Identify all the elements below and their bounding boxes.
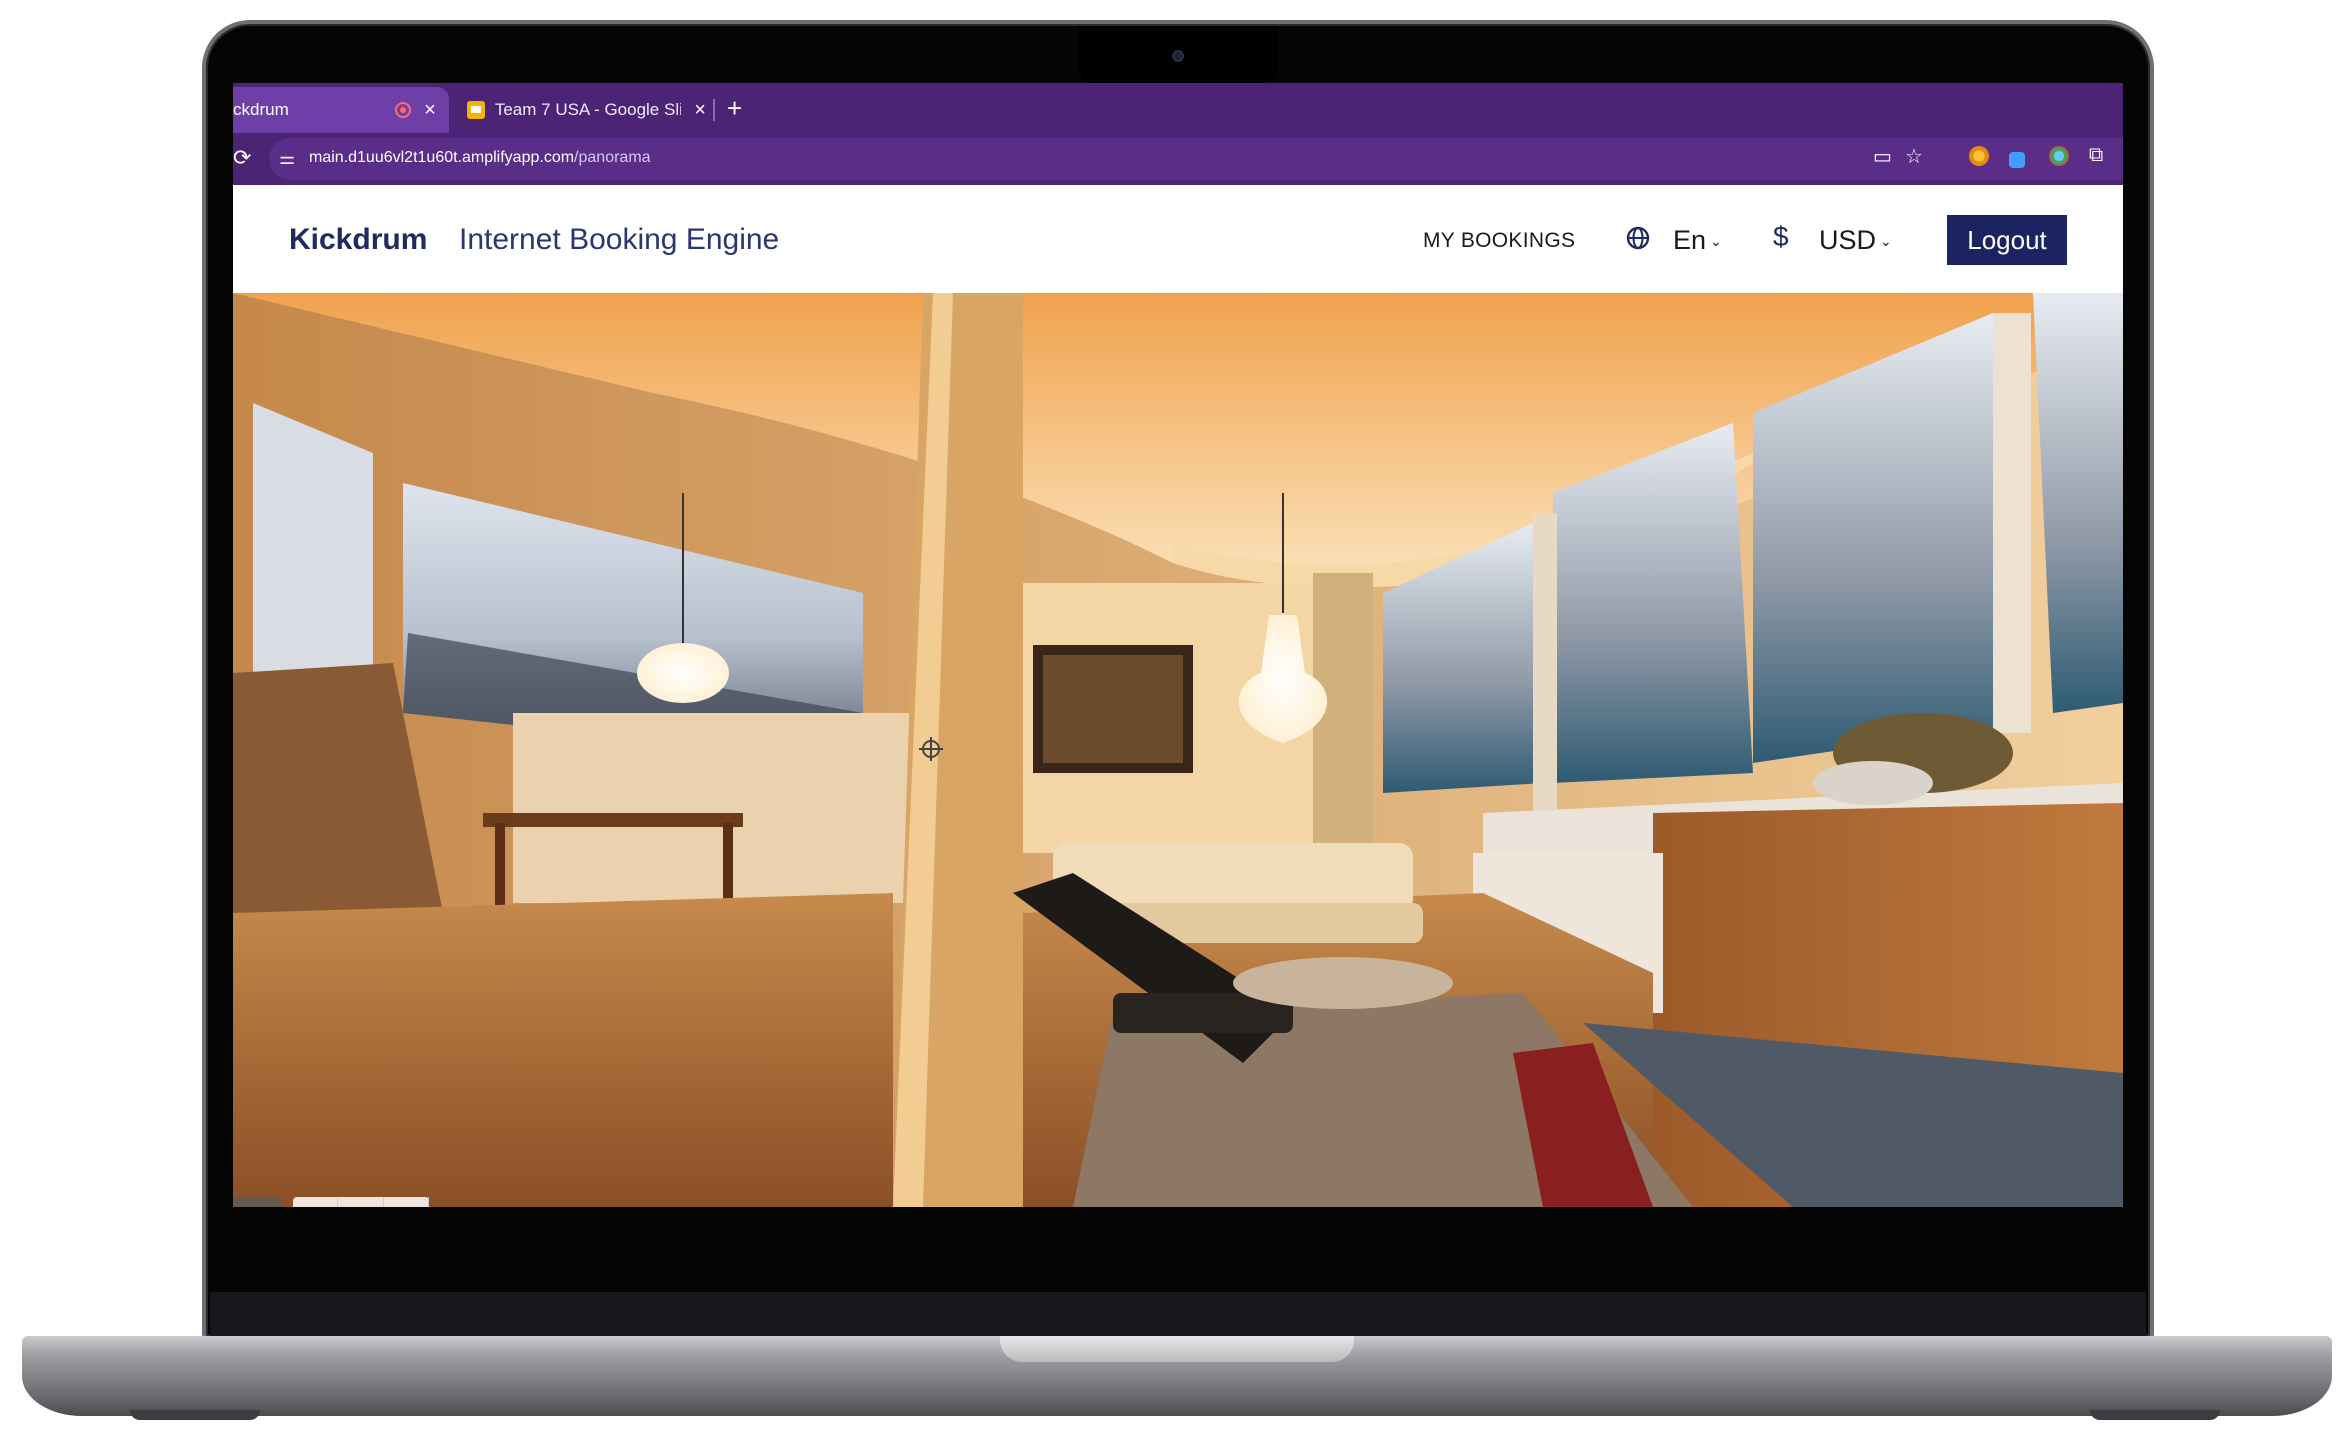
laptop-opening-notch (1000, 1336, 1354, 1362)
browser-addressbar: ⟳ ⚌ main.d1uu6vl2t1u60t.amplifyapp.com/p… (233, 133, 2123, 185)
camera-icon (1172, 50, 1184, 62)
panorama-image (233, 293, 2123, 1207)
my-bookings-link[interactable]: MY BOOKINGS (1423, 229, 1575, 253)
tune-icon[interactable]: ⚌ (279, 148, 295, 169)
currency-value: USD (1819, 225, 1877, 255)
site-header: Kickdrum Internet Booking Engine MY BOOK… (233, 185, 2123, 293)
laptop-screen: ckdrum × Team 7 USA - Google Slides × + … (233, 83, 2123, 1207)
tab-title: ckdrum (233, 100, 289, 119)
chevron-down-icon: ⌄ (1880, 233, 1892, 250)
panorama-viewer[interactable] (233, 293, 2123, 1207)
url-host: main.d1uu6vl2t1u60t.amplifyapp.com (309, 149, 575, 166)
zoom-in-button[interactable] (338, 1197, 384, 1207)
video-camera-icon[interactable]: ▭ (1873, 144, 1892, 169)
globe-icon (1626, 226, 1650, 250)
laptop-foot-left (130, 1410, 260, 1420)
page-subtitle: Internet Booking Engine (459, 223, 780, 256)
zoom-out-button[interactable] (293, 1197, 339, 1207)
laptop-foot-right (2090, 1410, 2220, 1420)
tab-kickdrum[interactable]: ckdrum × (233, 87, 449, 133)
brand-logo[interactable]: Kickdrum (289, 223, 427, 257)
extension-icon[interactable] (2049, 146, 2069, 166)
recording-icon (395, 102, 411, 118)
fullscreen-button[interactable] (233, 1197, 281, 1207)
new-tab-button[interactable]: + (727, 91, 742, 125)
close-icon[interactable]: × (419, 99, 441, 122)
chevron-down-icon: ⌄ (1710, 233, 1722, 250)
reload-icon[interactable]: ⟳ (233, 145, 253, 173)
url-bar[interactable]: ⚌ main.d1uu6vl2t1u60t.amplifyapp.com/pan… (269, 138, 2123, 180)
currency-select[interactable]: USD ⌄ (1819, 225, 1892, 256)
tab-google-slides[interactable]: Team 7 USA - Google Slides × (453, 87, 711, 133)
browser-tabbar: ckdrum × Team 7 USA - Google Slides × + (233, 83, 2123, 133)
puzzle-icon[interactable]: ⧉ (2089, 144, 2103, 167)
panorama-controls[interactable] (293, 1197, 429, 1207)
reset-view-button[interactable] (384, 1197, 429, 1207)
url-text[interactable]: main.d1uu6vl2t1u60t.amplifyapp.com/panor… (309, 149, 651, 167)
tab-separator (713, 99, 715, 121)
star-icon[interactable]: ☆ (1905, 144, 1923, 169)
extension-icon[interactable] (1969, 146, 1989, 166)
extension-icon[interactable] (2009, 152, 2025, 168)
google-slides-icon (467, 101, 485, 119)
logout-button[interactable]: Logout (1947, 215, 2067, 265)
language-value: En (1673, 225, 1707, 255)
tab-title: Team 7 USA - Google Slides (494, 100, 682, 119)
close-icon[interactable]: × (689, 99, 711, 122)
dollar-icon: $ (1773, 221, 1789, 252)
language-select[interactable]: En ⌄ (1673, 225, 1722, 256)
laptop-hinge (210, 1292, 2146, 1338)
url-path: /panorama (574, 149, 651, 166)
